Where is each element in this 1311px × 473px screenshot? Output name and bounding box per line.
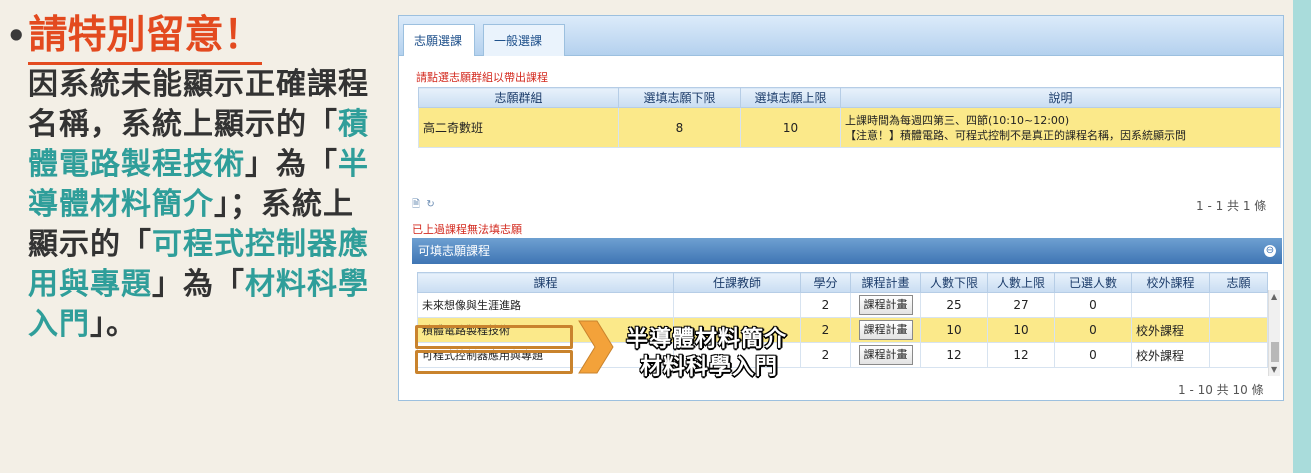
course-cell-wish <box>1209 292 1268 318</box>
course-cell-credit: 2 <box>800 317 851 343</box>
course-cell-min: 10 <box>920 317 988 343</box>
notice-paragraph: 因系統未能顯示正確課程名稱，系統上顯示的「積體電路製程技術」為「半導體材料簡介」… <box>28 65 384 345</box>
col-wish[interactable]: 志願 <box>1209 272 1268 293</box>
collapse-icon[interactable]: ⊖ <box>1264 245 1276 257</box>
group-name: 高二奇數班 <box>418 107 619 148</box>
course-plan-button[interactable]: 課程計畫 <box>858 320 913 340</box>
group-desc-line1: 上課時間為每週四第三、四節(10:10~12:00) <box>845 113 1070 127</box>
scroll-thumb[interactable] <box>1271 342 1279 362</box>
group-desc-line2: 【注意！】積體電路、可程式控制不是真正的課程名稱，因系統顯示問 <box>845 128 1186 142</box>
course-cell-min: 25 <box>920 292 988 318</box>
course-cell-credit: 2 <box>800 292 851 318</box>
course-cell-plan: 課程計畫 <box>850 292 921 318</box>
group-pager: 1 - 1 共 1 條 <box>1196 199 1267 213</box>
notice-text-2: 」為「 <box>245 147 338 182</box>
group-table-header: 志願群組 選填志願下限 選填志願上限 說明 <box>418 87 1281 108</box>
tab-bar: 志願選課 一般選課 <box>399 16 1283 56</box>
notice-text-8: 」。 <box>90 307 137 342</box>
chevron-right-icon <box>578 320 614 374</box>
scroll-up-icon[interactable]: ▲ <box>1271 292 1277 301</box>
refresh-icon[interactable]: ↻ <box>426 199 434 210</box>
course-cell-min: 12 <box>920 342 988 368</box>
notice-title: • 請特別留意！ <box>6 10 384 65</box>
course-section-title: 可填志願課程 <box>418 244 491 258</box>
tab-general-selection[interactable]: 一般選課 <box>483 24 565 56</box>
warn-note: 已上過課程無法填志願 <box>412 223 522 236</box>
course-cell-credit: 2 <box>800 342 851 368</box>
group-table: 志願群組 選填志願下限 選填志願上限 說明 高二奇數班 8 10 上課時間為每週… <box>418 87 1281 148</box>
col-teacher[interactable]: 任課教師 <box>673 272 801 293</box>
course-table-header: 課程 任課教師 學分 課程計畫 人數下限 人數上限 已選人數 校外課程 志願 <box>417 272 1268 293</box>
col-outside[interactable]: 校外課程 <box>1131 272 1210 293</box>
col-desc[interactable]: 說明 <box>840 87 1281 108</box>
col-group[interactable]: 志願群組 <box>418 87 619 108</box>
notice-text-6: 」為「 <box>152 267 245 302</box>
col-max[interactable]: 選填志願上限 <box>740 87 841 108</box>
course-cell-wish <box>1209 317 1268 343</box>
course-cell-max: 12 <box>987 342 1055 368</box>
col-selected[interactable]: 已選人數 <box>1054 272 1132 293</box>
scroll-down-icon[interactable]: ▼ <box>1271 365 1277 374</box>
notice-text-0: 因系統未能顯示正確課程名稱，系統上顯示的「 <box>28 67 369 142</box>
notice-title-text: 請特別留意！ <box>28 10 263 65</box>
col-course[interactable]: 課程 <box>417 272 674 293</box>
course-cell-wish <box>1209 342 1268 368</box>
bullet: • <box>6 17 27 55</box>
col-credit[interactable]: 學分 <box>800 272 851 293</box>
group-max: 10 <box>740 107 841 148</box>
course-cell-outside: 校外課程 <box>1131 342 1210 368</box>
course-cell-teacher <box>673 292 801 318</box>
col-min[interactable]: 選填志願下限 <box>618 87 741 108</box>
pager-tools: 🗎 ↻ <box>412 197 435 214</box>
course-cell-max: 27 <box>987 292 1055 318</box>
group-row[interactable]: 高二奇數班 8 10 上課時間為每週四第三、四節(10:10~12:00) 【注… <box>418 107 1281 148</box>
highlight-box-course2 <box>415 350 573 374</box>
notice-panel: • 請特別留意！ 因系統未能顯示正確課程名稱，系統上顯示的「積體電路製程技術」為… <box>6 10 384 345</box>
course-pager: 1 - 10 共 10 條 <box>1178 383 1264 397</box>
course-cell-selected: 0 <box>1054 317 1132 343</box>
course-cell-plan: 課程計畫 <box>850 317 921 343</box>
right-edge-strip <box>1293 0 1311 473</box>
overlay-label-2: 材料科學入門 <box>640 355 779 380</box>
course-cell-outside <box>1131 292 1210 318</box>
course-section-header: 可填志願課程 ⊖ <box>412 238 1282 264</box>
col-min-count[interactable]: 人數下限 <box>920 272 988 293</box>
col-max-count[interactable]: 人數上限 <box>987 272 1055 293</box>
page-icon[interactable]: 🗎 <box>412 199 420 210</box>
course-plan-button[interactable]: 課程計畫 <box>858 345 913 365</box>
course-cell-max: 10 <box>987 317 1055 343</box>
highlight-box-course1 <box>415 325 573 349</box>
tab-wish-selection[interactable]: 志願選課 <box>403 24 475 56</box>
col-plan[interactable]: 課程計畫 <box>850 272 921 293</box>
course-cell-plan: 課程計畫 <box>850 342 921 368</box>
group-instruction: 請點選志願群組以帶出課程 <box>416 71 548 84</box>
course-cell-selected: 0 <box>1054 342 1132 368</box>
course-cell-course: 未來想像與生涯進路 <box>417 292 674 318</box>
group-min: 8 <box>618 107 741 148</box>
course-plan-button[interactable]: 課程計畫 <box>858 295 913 315</box>
course-scrollbar[interactable]: ▲ ▼ <box>1268 290 1280 376</box>
course-cell-selected: 0 <box>1054 292 1132 318</box>
course-row[interactable]: 未來想像與生涯進路 2 課程計畫 25 27 0 <box>417 292 1268 318</box>
course-cell-outside: 校外課程 <box>1131 317 1210 343</box>
group-desc: 上課時間為每週四第三、四節(10:10~12:00) 【注意！】積體電路、可程式… <box>840 107 1281 148</box>
